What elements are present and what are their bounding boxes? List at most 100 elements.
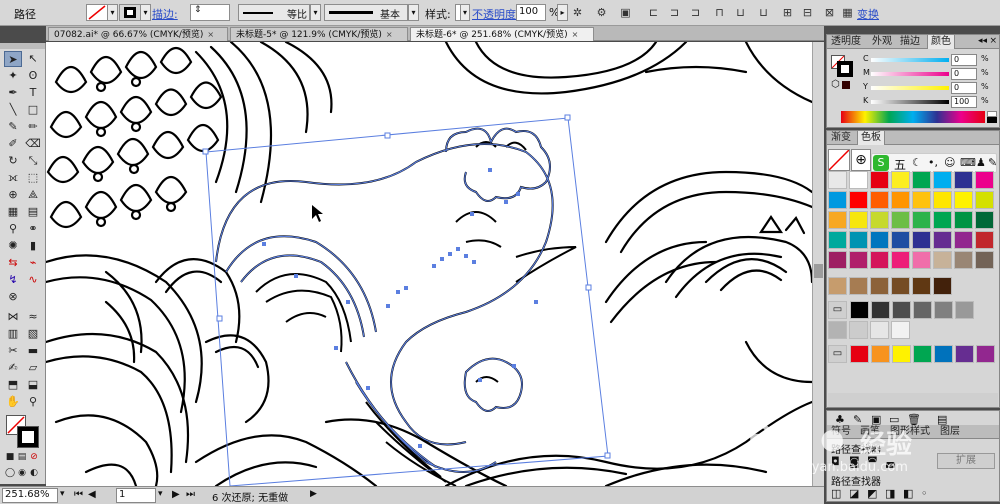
eraser-tool-icon[interactable]: ⌫: [24, 136, 42, 152]
close-icon[interactable]: ×: [386, 30, 393, 39]
color-swatch[interactable]: [850, 301, 869, 319]
twirl-tool-icon[interactable]: ≈: [24, 309, 42, 325]
color-swatch[interactable]: [954, 191, 973, 209]
tab-color[interactable]: 颜色: [927, 35, 955, 49]
outline-icon[interactable]: ◧: [903, 487, 913, 500]
pencil-tool-icon[interactable]: ✏: [24, 119, 42, 135]
tab-layers[interactable]: 图层: [937, 425, 963, 439]
keyboard-icon[interactable]: ⌨: [960, 156, 976, 169]
color-swatch[interactable]: [892, 345, 911, 363]
color-swatch[interactable]: [850, 345, 869, 363]
tab-graphic-styles[interactable]: 图形样式: [887, 425, 933, 439]
zoom-dropdown[interactable]: ▾: [60, 489, 65, 499]
color-swatch[interactable]: [891, 211, 910, 229]
knife-tool-icon[interactable]: ▬: [24, 343, 42, 359]
color-swatch[interactable]: [954, 251, 973, 269]
draw-normal-icon[interactable]: ◯: [4, 465, 16, 481]
color-swatch[interactable]: [849, 211, 868, 229]
color-swatch[interactable]: [891, 171, 910, 189]
profile-dropdown[interactable]: ▾: [310, 4, 321, 21]
color-swatch[interactable]: [870, 211, 889, 229]
color-swatch[interactable]: [828, 191, 847, 209]
slider-y[interactable]: Y 0 %: [863, 81, 997, 95]
color-swatch[interactable]: [934, 345, 953, 363]
scissors-tool-icon[interactable]: ✂: [4, 343, 22, 359]
color-swatch[interactable]: [891, 277, 910, 295]
emoji-icon[interactable]: ☺: [944, 156, 955, 169]
live-paint-tool-icon[interactable]: ↯: [4, 272, 22, 288]
first-page-icon[interactable]: ⏮: [74, 489, 83, 500]
shape-builder-tool-icon[interactable]: ⊕: [4, 187, 22, 203]
stroke-indicator[interactable]: [837, 61, 853, 77]
scroll-thumb[interactable]: [814, 264, 823, 278]
punct-icon[interactable]: •,: [928, 156, 938, 169]
stroke-link[interactable]: 描边:: [152, 6, 178, 22]
style-dropdown[interactable]: ▾: [460, 4, 470, 21]
artboard-tool-icon[interactable]: ⇆: [4, 255, 22, 271]
expand-button[interactable]: 扩展: [937, 453, 995, 469]
color-swatch[interactable]: [933, 251, 952, 269]
free-transform-tool-icon[interactable]: ⬚: [24, 170, 42, 186]
rectangle-tool-icon[interactable]: □: [24, 102, 42, 118]
fill-swatch[interactable]: [86, 4, 108, 21]
prev-page-icon[interactable]: ◀: [88, 489, 96, 500]
collapse-icon[interactable]: ◂◂: [978, 36, 987, 46]
next-page-icon[interactable]: ▶: [172, 489, 180, 500]
color-swatch[interactable]: [828, 231, 847, 249]
close-icon[interactable]: ×: [989, 36, 997, 46]
eyedropper-tool-icon[interactable]: ⚲: [4, 221, 22, 237]
isolate-icon[interactable]: ⚙: [594, 5, 609, 20]
magic-wand-tool-icon[interactable]: ✦: [4, 68, 22, 84]
close-icon[interactable]: ×: [572, 30, 579, 39]
stroke-weight-field[interactable]: ⇕: [190, 4, 230, 21]
color-swatch[interactable]: [933, 211, 952, 229]
vertical-scrollbar[interactable]: [812, 42, 824, 486]
last-page-icon[interactable]: ⏭: [186, 489, 195, 500]
paintbrush-tool-icon[interactable]: ✎: [4, 119, 22, 135]
tab-swatches[interactable]: 色板: [857, 131, 885, 145]
color-swatch[interactable]: [912, 231, 931, 249]
color-swatch[interactable]: [870, 231, 889, 249]
color-swatch[interactable]: [871, 345, 890, 363]
unite-icon[interactable]: ◘: [831, 455, 840, 468]
transform-link[interactable]: 变换: [857, 6, 879, 22]
fill-dropdown[interactable]: ▾: [107, 4, 118, 21]
selection-tool-icon[interactable]: ➤: [4, 51, 22, 67]
opacity-dropdown[interactable]: ▸: [557, 4, 568, 21]
merge-icon[interactable]: ◩: [867, 487, 877, 500]
color-swatch[interactable]: [828, 211, 847, 229]
live-paint-selection-icon[interactable]: ∿: [24, 272, 42, 288]
tab-gradient[interactable]: 渐变: [828, 131, 854, 145]
variable-width-profile[interactable]: 等比: [238, 4, 310, 21]
graph-tool-icon[interactable]: ▥: [4, 326, 22, 342]
color-swatch[interactable]: [828, 277, 847, 295]
color-swatch[interactable]: [828, 321, 847, 339]
warp-tool-icon[interactable]: ⋈: [4, 309, 22, 325]
color-swatch[interactable]: [870, 277, 889, 295]
color-swatch[interactable]: [849, 321, 868, 339]
crop-icon[interactable]: ◨: [885, 487, 895, 500]
tab-untitled-6[interactable]: 未标题-6* @ 251.68% (CMYK/预览) ×: [410, 27, 594, 41]
color-swatch[interactable]: [955, 345, 974, 363]
direct-selection-tool-icon[interactable]: ↖: [24, 51, 42, 67]
symbol-sprayer-tool-icon[interactable]: ✺: [4, 238, 22, 254]
color-swatch[interactable]: [912, 191, 931, 209]
slider-k[interactable]: K 100 %: [863, 95, 997, 109]
distribute-3-icon[interactable]: ⊠: [822, 5, 837, 20]
color-swatch[interactable]: [912, 211, 931, 229]
swatch-group-folder-icon[interactable]: ▭: [828, 345, 847, 363]
tab-appearance[interactable]: 外观: [869, 35, 895, 49]
align-bottom-icon[interactable]: ⊔: [756, 5, 771, 20]
color-swatch[interactable]: [933, 191, 952, 209]
color-swatch[interactable]: [934, 301, 953, 319]
registration-icon[interactable]: ⊕: [851, 149, 871, 171]
color-swatch[interactable]: [870, 321, 889, 339]
align-option-icon[interactable]: ▣: [618, 5, 633, 20]
color-swatch[interactable]: [849, 191, 868, 209]
align-left-icon[interactable]: ⊏: [646, 5, 661, 20]
color-swatch[interactable]: [954, 211, 973, 229]
sogou-icon[interactable]: S: [873, 155, 889, 171]
transform-ref-icon[interactable]: ▦: [840, 5, 855, 20]
screen-mode-icon[interactable]: ◐: [28, 465, 40, 481]
tab-brushes[interactable]: 画笔: [857, 425, 883, 439]
